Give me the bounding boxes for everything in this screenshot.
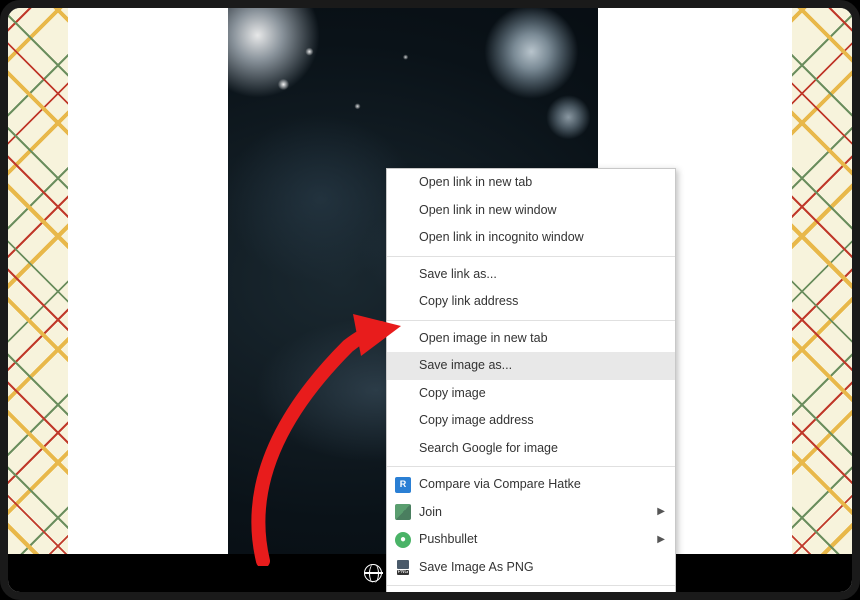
menu-item-label: Search Google for image	[419, 440, 558, 458]
menu-item-label: Compare via Compare Hatke	[419, 476, 581, 494]
menu-item-open-link-in-incognito-window[interactable]: Open link in incognito window	[387, 224, 675, 252]
menu-item-label: Open image in new tab	[419, 330, 548, 348]
submenu-arrow-icon: ▶	[657, 505, 665, 519]
menu-item-label: Save image as...	[419, 357, 512, 375]
menu-item-open-link-in-new-window[interactable]: Open link in new window	[387, 197, 675, 225]
menu-item-label: Pushbullet	[419, 531, 477, 549]
menu-item-save-image-as[interactable]: Save image as...	[387, 352, 675, 380]
menu-item-pushbullet[interactable]: ● Pushbullet ▶	[387, 526, 675, 554]
menu-item-label: Copy image address	[419, 412, 534, 430]
menu-item-copy-link-address[interactable]: Copy link address	[387, 288, 675, 316]
menu-separator	[387, 256, 675, 257]
device-frame: Open link in new tab Open link in new win…	[0, 0, 860, 600]
menu-item-copy-image[interactable]: Copy image	[387, 380, 675, 408]
menu-item-label: Copy image	[419, 385, 486, 403]
menu-item-label: Save link as...	[419, 266, 497, 284]
menu-item-label: Save Image As PNG	[419, 559, 534, 577]
menu-item-search-google-for-image[interactable]: Search Google for image	[387, 435, 675, 463]
menu-item-label: Inspect	[419, 595, 459, 600]
menu-item-open-image-in-new-tab[interactable]: Open image in new tab	[387, 325, 675, 353]
menu-item-inspect[interactable]: Inspect Ctrl+Shift+I	[387, 590, 675, 600]
png-icon: PNG	[395, 559, 411, 575]
menu-item-label: Copy link address	[419, 293, 518, 311]
menu-separator	[387, 320, 675, 321]
menu-item-label: Open link in new tab	[419, 174, 532, 192]
menu-item-label: Open link in new window	[419, 202, 557, 220]
menu-item-copy-image-address[interactable]: Copy image address	[387, 407, 675, 435]
menu-item-label: Join	[419, 504, 442, 522]
menu-separator	[387, 466, 675, 467]
join-icon	[395, 504, 411, 520]
menu-item-join[interactable]: Join ▶	[387, 499, 675, 527]
hatke-icon: R	[395, 477, 411, 493]
pushbullet-icon: ●	[395, 532, 411, 548]
context-menu: Open link in new tab Open link in new win…	[386, 168, 676, 600]
menu-item-save-image-as-png[interactable]: PNG Save Image As PNG	[387, 554, 675, 582]
menu-shortcut: Ctrl+Shift+I	[601, 595, 661, 600]
menu-item-save-link-as[interactable]: Save link as...	[387, 261, 675, 289]
menu-separator	[387, 585, 675, 586]
submenu-arrow-icon: ▶	[657, 533, 665, 547]
globe-icon	[364, 564, 382, 582]
menu-item-compare-via-compare-hatke[interactable]: R Compare via Compare Hatke	[387, 471, 675, 499]
menu-item-open-link-in-new-tab[interactable]: Open link in new tab	[387, 169, 675, 197]
menu-item-label: Open link in incognito window	[419, 229, 584, 247]
